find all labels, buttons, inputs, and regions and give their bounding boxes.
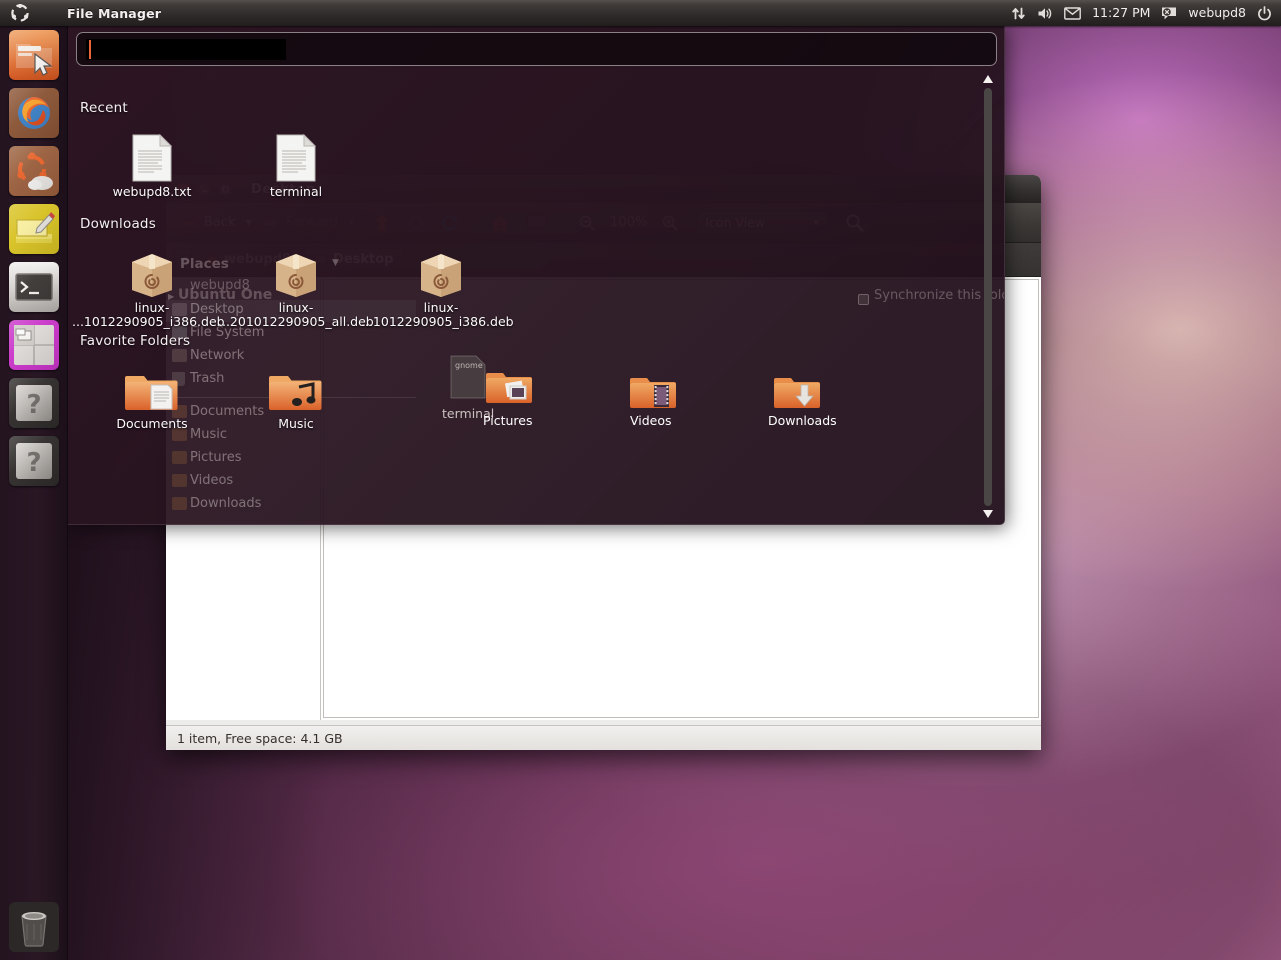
envelope-icon[interactable] <box>1064 6 1081 20</box>
launcher-item-firefox[interactable] <box>9 88 59 138</box>
deb-package-icon <box>96 238 208 298</box>
deb-package-icon <box>385 238 497 298</box>
launcher-item-trash[interactable] <box>9 902 59 952</box>
folder-videos-icon <box>529 354 641 414</box>
clock[interactable]: 11:27 PM <box>1092 6 1150 20</box>
folder-documents-icon <box>96 354 208 414</box>
dash-favorite-item-4[interactable]: Downloads <box>674 354 786 431</box>
dash-recent-label-0: webupd8.txt <box>112 184 192 199</box>
dash-download-item-1[interactable]: linux- ...201012290905_all.deb <box>218 238 374 329</box>
power-icon[interactable] <box>1257 5 1272 21</box>
status-bar: 1 item, Free space: 4.1 GB <box>166 725 1041 750</box>
scroll-down-arrow-icon[interactable] <box>983 510 993 518</box>
launcher-item-notes[interactable] <box>9 204 59 254</box>
scrollbar-thumb[interactable] <box>984 88 992 506</box>
ubuntu-logo-icon[interactable] <box>0 0 40 26</box>
dash-download-item-0[interactable]: linux- ...1012290905_i386.deb <box>72 238 225 329</box>
folder-downloads-icon <box>674 354 786 414</box>
text-caret <box>89 40 91 59</box>
dash-download-label-2: linux- <box>423 300 459 315</box>
svg-text:?: ? <box>26 448 41 478</box>
dash-download-label-1: linux- <box>278 300 314 315</box>
dash-download-sublabel-0: ...1012290905_i386.deb <box>72 314 225 329</box>
ghost-folder-pictures-icon <box>172 451 187 464</box>
dash-recent-item-0[interactable]: webupd8.txt <box>96 122 208 199</box>
dash-recent-label-1: terminal <box>269 184 323 199</box>
dash-download-sublabel-2: ...1012290905_i386.deb <box>361 314 514 329</box>
dash-recent-item-1[interactable]: terminal <box>240 122 352 199</box>
search-input[interactable] <box>76 32 997 66</box>
network-updown-icon[interactable] <box>1011 6 1026 21</box>
user-name[interactable]: webupd8 <box>1188 6 1246 20</box>
dash-scrollbar[interactable] <box>980 74 996 519</box>
dash-overlay[interactable]: Places ▼ webupd8 Desktop File System Net… <box>68 26 1005 525</box>
folder-music-icon <box>240 354 352 414</box>
ghost-place-pictures: Pictures <box>190 450 242 465</box>
launcher-item-unknown-1[interactable]: ? <box>9 378 59 428</box>
launcher-item-file-manager[interactable] <box>9 30 59 80</box>
search-input-fill <box>86 39 286 60</box>
unity-launcher[interactable]: ? ? <box>0 26 68 960</box>
dash-favorite-item-0[interactable]: Documents <box>96 354 208 431</box>
folder-pictures-icon <box>385 354 497 414</box>
top-panel[interactable]: File Manager 11:27 PM webupd8 <box>0 0 1281 26</box>
launcher-item-workspace-switcher[interactable] <box>9 320 59 370</box>
launcher-item-ubuntu-one[interactable] <box>9 146 59 196</box>
dash-section-downloads: Downloads <box>80 216 156 232</box>
launcher-item-terminal[interactable] <box>9 262 59 312</box>
launcher-item-unknown-2[interactable]: ? <box>9 436 59 486</box>
ghost-place-downloads: Downloads <box>190 496 262 511</box>
dash-download-label-0: linux- <box>134 300 170 315</box>
svg-text:?: ? <box>26 390 41 420</box>
dash-section-favorites: Favorite Folders <box>80 333 191 349</box>
status-text: 1 item, Free space: 4.1 GB <box>177 730 343 746</box>
ghost-place-videos: Videos <box>190 473 234 488</box>
dash-download-sublabel-1: ...201012290905_all.deb <box>218 314 374 329</box>
scroll-up-arrow-icon[interactable] <box>983 75 993 83</box>
dash-favorite-item-2[interactable]: Pictures <box>385 354 497 431</box>
dash-favorite-label-1: Music <box>278 416 314 431</box>
dash-favorite-item-3[interactable]: Videos <box>529 354 641 431</box>
ghost-sync-checkbox[interactable] <box>858 294 869 305</box>
text-file-icon <box>240 122 352 182</box>
dash-favorite-item-1[interactable]: Music <box>240 354 352 431</box>
ghost-folder-downloads-icon <box>172 497 187 510</box>
panel-app-title: File Manager <box>67 5 162 21</box>
deb-package-icon <box>240 238 352 298</box>
dash-download-item-2[interactable]: linux- ...1012290905_i386.deb <box>361 238 514 329</box>
text-file-icon <box>96 122 208 182</box>
me-menu-icon[interactable] <box>1161 6 1177 21</box>
ghost-folder-videos-icon <box>172 474 187 487</box>
panel-indicators[interactable]: 11:27 PM webupd8 <box>1011 5 1281 21</box>
dash-section-recent: Recent <box>80 100 128 116</box>
volume-icon[interactable] <box>1037 6 1053 21</box>
dash-favorite-label-0: Documents <box>116 416 188 431</box>
